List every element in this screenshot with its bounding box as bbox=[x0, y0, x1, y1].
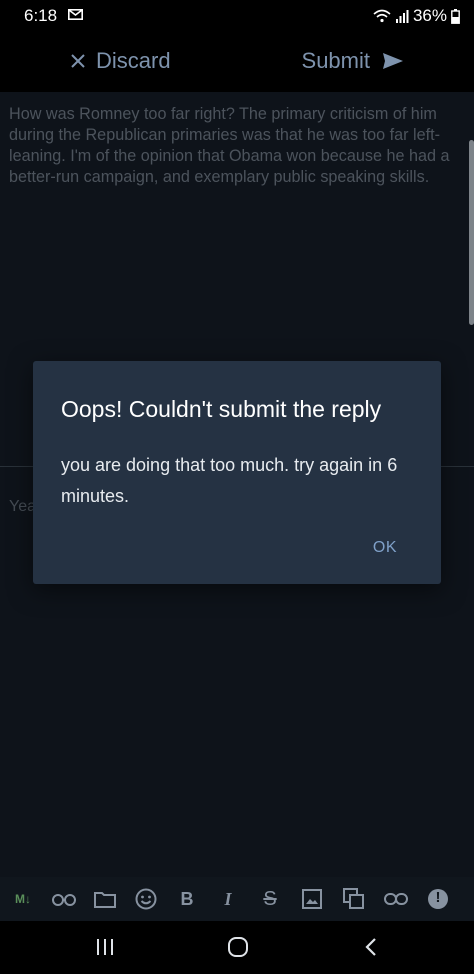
battery-icon bbox=[451, 8, 460, 24]
discard-button[interactable]: Discard bbox=[70, 48, 171, 74]
status-bar: 6:18 36% bbox=[0, 0, 474, 32]
send-icon bbox=[383, 53, 403, 69]
status-indicators: 36% bbox=[373, 6, 460, 26]
formatting-toolbar: M↓ B I S ! bbox=[0, 877, 474, 921]
emoji-icon[interactable] bbox=[134, 887, 158, 911]
error-dialog: Oops! Couldn't submit the reply you are … bbox=[33, 361, 441, 584]
link-icon[interactable] bbox=[384, 887, 408, 911]
submit-label: Submit bbox=[301, 48, 370, 73]
battery-percent: 36% bbox=[412, 6, 447, 25]
discard-label: Discard bbox=[96, 48, 171, 73]
close-icon bbox=[71, 54, 85, 68]
ok-button[interactable]: OK bbox=[373, 539, 397, 557]
app-bar: Discard Submit bbox=[0, 32, 474, 92]
glasses-icon[interactable] bbox=[50, 887, 78, 911]
italic-icon[interactable]: I bbox=[216, 887, 240, 911]
markdown-icon[interactable]: M↓ bbox=[8, 887, 38, 911]
folder-icon[interactable] bbox=[93, 887, 117, 911]
status-time: 6:18 bbox=[24, 6, 58, 25]
alert-label: ! bbox=[435, 889, 441, 906]
image-icon[interactable] bbox=[300, 887, 324, 911]
system-nav-bar bbox=[0, 921, 474, 974]
bold-icon[interactable]: B bbox=[175, 887, 199, 911]
wifi-icon bbox=[373, 9, 391, 23]
mail-icon bbox=[68, 9, 83, 20]
dialog-title: Oops! Couldn't submit the reply bbox=[61, 396, 382, 422]
dialog-message: you are doing that too much. try again i… bbox=[61, 455, 398, 506]
submit-button[interactable]: Submit bbox=[302, 48, 404, 74]
alert-icon[interactable]: ! bbox=[426, 887, 450, 911]
home-icon[interactable] bbox=[223, 934, 253, 960]
signal-icon bbox=[395, 10, 409, 23]
recents-icon[interactable] bbox=[90, 934, 120, 960]
back-icon[interactable] bbox=[356, 934, 386, 960]
strikethrough-icon[interactable]: S bbox=[258, 887, 282, 911]
copy-icon[interactable] bbox=[342, 887, 366, 911]
